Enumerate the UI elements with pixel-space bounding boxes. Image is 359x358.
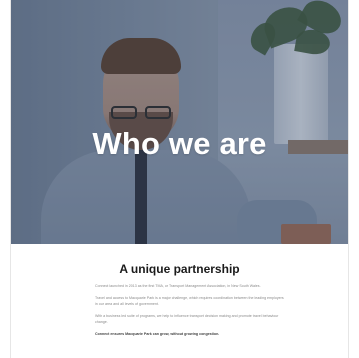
hero-title: Who we are: [92, 126, 267, 161]
hero-overlay: [11, 0, 348, 244]
closing-statement: Connect ensures Macquarie Park can grow,…: [95, 332, 220, 336]
section-title: A unique partnership: [119, 262, 240, 276]
hero-banner: Who we are: [11, 0, 348, 244]
intro-paragraph: With a business led suite of programs, w…: [95, 314, 279, 324]
intro-paragraph: Travel and access to Macquarie Park is a…: [95, 296, 284, 306]
page-frame: Who we are A unique partnership Connect …: [10, 0, 349, 358]
intro-paragraph: Connect launched in 2013 as the first TM…: [95, 284, 261, 288]
